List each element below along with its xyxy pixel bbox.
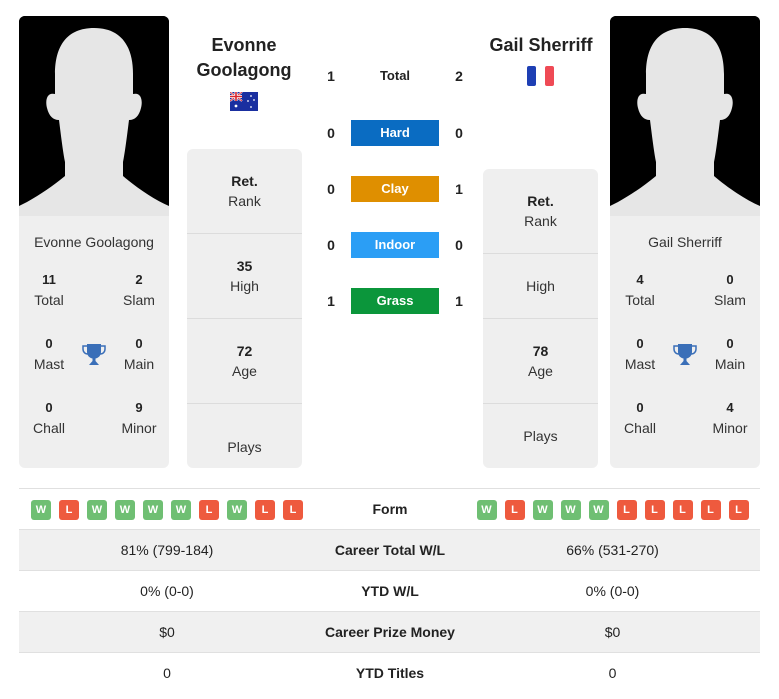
surface-hard-badge[interactable]: Hard bbox=[351, 120, 439, 146]
h2h-surface-row-clay: 0 Clay 1 bbox=[320, 176, 470, 202]
titles-mast: 0 Mast bbox=[624, 336, 656, 372]
rank-cell: Ret. Rank bbox=[483, 169, 598, 254]
player1-rank-panel: Ret. Rank 35 High 72 Age Plays bbox=[187, 149, 302, 468]
age-cell: 72 Age bbox=[187, 319, 302, 404]
form-badge-win[interactable]: W bbox=[227, 499, 247, 520]
form-badge-win[interactable]: W bbox=[560, 499, 581, 520]
h2h-surface-row-indoor: 0 Indoor 0 bbox=[320, 232, 470, 258]
h2h-total-p2: 2 bbox=[455, 68, 463, 84]
titles-slam: 0 Slam bbox=[714, 272, 746, 308]
form-badge-win[interactable]: W bbox=[532, 499, 553, 520]
player2-titles: 4 Total 0 Slam 0 Mast 0 Main 0 Chall 4 M… bbox=[610, 254, 760, 454]
form-badge-loss[interactable]: L bbox=[700, 499, 721, 520]
trophy-icon bbox=[672, 342, 698, 368]
form-badge-win[interactable]: W bbox=[87, 499, 107, 520]
titles-total: 4 Total bbox=[625, 272, 655, 308]
surface-clay-badge[interactable]: Clay bbox=[351, 176, 439, 202]
player2-card-name: Gail Sherriff bbox=[648, 234, 722, 250]
titles-chall: 0 Chall bbox=[624, 400, 656, 436]
form-row: WLWWWWLWLL Form WLWWWLLLLL bbox=[19, 488, 760, 529]
titles-minor: 9 Minor bbox=[121, 400, 157, 436]
player1-titles: 11 Total 2 Slam 0 Mast 0 Main 0 Chall 9 bbox=[19, 254, 169, 454]
h2h-total-p1: 1 bbox=[327, 68, 335, 84]
avatar-silhouette-icon bbox=[610, 16, 760, 216]
form-badge-loss[interactable]: L bbox=[728, 499, 749, 520]
form-badge-loss[interactable]: L bbox=[199, 499, 219, 520]
player2-form: WLWWWLLLLL bbox=[465, 489, 760, 530]
player2-rank-panel: Ret. Rank High 78 Age Plays bbox=[483, 169, 598, 468]
titles-chall: 0 Chall bbox=[33, 400, 65, 436]
player2-card: Gail Sherriff 4 Total 0 Slam 0 Mast 0 Ma… bbox=[610, 16, 760, 468]
surface-grass-badge[interactable]: Grass bbox=[351, 288, 439, 314]
form-label: Form bbox=[372, 501, 408, 517]
h2h-surface-row-grass: 1 Grass 1 bbox=[320, 288, 470, 314]
stats-row-ytd-titles: 0 YTD Titles 0 bbox=[19, 652, 760, 693]
player1-card: Evonne Goolagong 11 Total 2 Slam 0 Mast … bbox=[19, 16, 169, 468]
player1-photo[interactable] bbox=[19, 16, 169, 216]
titles-slam: 2 Slam bbox=[123, 272, 155, 308]
stats-row-career-wl: 81% (799-184) Career Total W/L 66% (531-… bbox=[19, 529, 760, 570]
plays-cell: Plays bbox=[523, 428, 558, 444]
plays-cell: Plays bbox=[227, 438, 262, 455]
form-badge-win[interactable]: W bbox=[115, 499, 135, 520]
titles-mast: 0 Mast bbox=[33, 336, 65, 372]
stats-row-prize-money: $0 Career Prize Money $0 bbox=[19, 611, 760, 652]
h2h-surface-row-hard: 0 Hard 0 bbox=[320, 120, 470, 146]
age-cell: 78 Age bbox=[483, 319, 598, 404]
high-cell: 35 High bbox=[187, 234, 302, 319]
high-cell: High bbox=[483, 254, 598, 319]
titles-main: 0 Main bbox=[123, 336, 155, 372]
form-badge-loss[interactable]: L bbox=[644, 499, 665, 520]
form-badge-loss[interactable]: L bbox=[283, 499, 303, 520]
avatar-silhouette-icon bbox=[19, 16, 169, 216]
trophy-icon bbox=[81, 342, 107, 368]
form-badge-win[interactable]: W bbox=[143, 499, 163, 520]
form-badge-loss[interactable]: L bbox=[504, 499, 525, 520]
player1-card-name: Evonne Goolagong bbox=[34, 234, 154, 250]
form-badge-win[interactable]: W bbox=[31, 499, 51, 520]
form-badge-loss[interactable]: L bbox=[672, 499, 693, 520]
form-badge-win[interactable]: W bbox=[171, 499, 191, 520]
australia-flag-icon bbox=[229, 91, 258, 116]
player1-form: WLWWWWLWLL bbox=[19, 489, 315, 530]
h2h-total-label: Total bbox=[379, 68, 411, 83]
surface-indoor-badge[interactable]: Indoor bbox=[351, 232, 439, 258]
player2-photo[interactable] bbox=[610, 16, 760, 216]
form-badge-win[interactable]: W bbox=[588, 499, 609, 520]
h2h-total-row: 1 Total 2 bbox=[320, 63, 470, 89]
titles-minor: 4 Minor bbox=[712, 400, 748, 436]
rank-cell: Ret. Rank bbox=[187, 149, 302, 234]
titles-main: 0 Main bbox=[714, 336, 746, 372]
stats-row-ytd-wl: 0% (0-0) YTD W/L 0% (0-0) bbox=[19, 570, 760, 611]
form-badge-win[interactable]: W bbox=[476, 499, 497, 520]
titles-total: 11 Total bbox=[34, 272, 64, 308]
player1-name[interactable]: Evonne Goolagong bbox=[180, 33, 308, 83]
form-badge-loss[interactable]: L bbox=[59, 499, 79, 520]
form-badge-loss[interactable]: L bbox=[616, 499, 637, 520]
france-flag-icon bbox=[527, 66, 555, 91]
form-badge-loss[interactable]: L bbox=[255, 499, 275, 520]
stats-table: WLWWWWLWLL Form WLWWWLLLLL 81% (799-184)… bbox=[19, 488, 760, 693]
player2-name[interactable]: Gail Sherriff bbox=[480, 33, 602, 58]
